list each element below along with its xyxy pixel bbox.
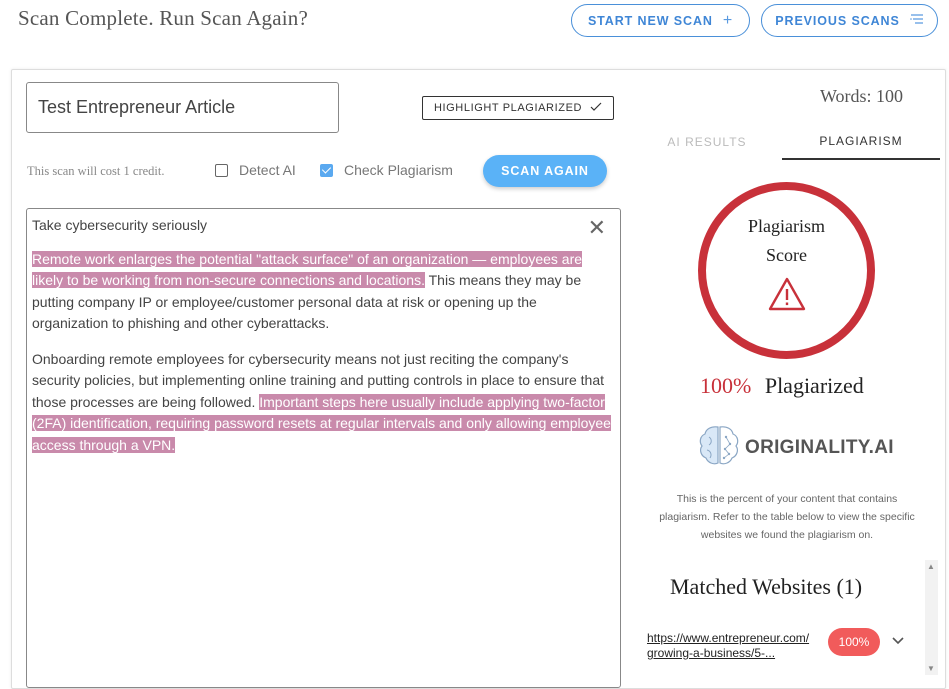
scan-cost-text: This scan will cost 1 credit. <box>27 164 165 178</box>
start-new-scan-button[interactable]: START NEW SCAN + <box>571 4 750 37</box>
warning-icon <box>767 276 807 317</box>
scroll-up-icon[interactable]: ▲ <box>927 562 935 571</box>
content-editor[interactable]: Take cybersecurity seriously ✕ Remote wo… <box>26 208 621 688</box>
check-plagiarism-label: Check Plagiarism <box>344 162 453 178</box>
article-heading: Take cybersecurity seriously <box>32 217 208 233</box>
paragraph-1: Remote work enlarges the potential "atta… <box>32 249 615 335</box>
matched-url-line1: https://www.entrepreneur.com/ <box>647 631 810 645</box>
paragraph-2: Onboarding remote employees for cybersec… <box>32 349 615 457</box>
plagiarized-summary: 100% Plagiarized <box>700 373 864 399</box>
plagiarism-score-ring: Plagiarism Score <box>698 182 875 359</box>
highlight-plagiarized-label: HIGHLIGHT PLAGIARIZED <box>433 102 583 114</box>
previous-scans-label: PREVIOUS SCANS <box>775 13 900 28</box>
matched-url-line2: growing-a-business/5-... <box>647 646 776 660</box>
scan-again-button[interactable]: SCAN AGAIN <box>483 155 607 187</box>
score-title-line1: Plagiarism <box>748 216 825 236</box>
plagiarism-percent: 100% <box>700 373 752 398</box>
detect-ai-box[interactable] <box>215 163 228 177</box>
results-scrollbar[interactable]: ▲ ▼ <box>925 560 938 675</box>
score-title-line2: Score <box>766 245 807 265</box>
page-title: Scan Complete. Run Scan Again? <box>18 6 309 30</box>
matched-websites-title: Matched Websites (1) <box>670 574 863 599</box>
tab-ai-results[interactable]: AI RESULTS <box>632 124 782 160</box>
score-description: This is the percent of your content that… <box>659 493 915 541</box>
detect-ai-label: Detect AI <box>239 162 296 178</box>
start-new-scan-label: START NEW SCAN <box>587 13 713 28</box>
logo-text: ORIGINALITY.AI <box>745 436 894 458</box>
originality-logo: ORIGINALITY.AI <box>697 423 894 472</box>
word-count: Words: 100 <box>820 86 904 106</box>
plagiarized-label: Plagiarized <box>764 373 864 398</box>
check-plagiarism-box[interactable] <box>320 163 333 177</box>
list-filter-icon <box>909 12 924 30</box>
close-icon[interactable]: ✕ <box>588 217 606 239</box>
plus-icon: + <box>722 11 734 29</box>
scan-title-input[interactable]: Test Entrepreneur Article <box>26 82 339 133</box>
tab-plagiarism[interactable]: PLAGIARISM <box>782 124 940 160</box>
scroll-down-icon[interactable]: ▼ <box>927 664 935 673</box>
chevron-down-icon[interactable] <box>891 632 905 650</box>
check-plagiarism-checkbox[interactable]: Check Plagiarism <box>320 162 453 178</box>
detect-ai-checkbox[interactable]: Detect AI <box>215 162 296 178</box>
match-score-badge: 100% <box>828 628 880 656</box>
highlight-plagiarized-button[interactable]: HIGHLIGHT PLAGIARIZED <box>422 96 614 120</box>
previous-scans-button[interactable]: PREVIOUS SCANS <box>761 4 938 37</box>
brain-icon <box>697 423 741 472</box>
matched-website-link[interactable]: https://www.entrepreneur.com/ growing-a-… <box>647 631 817 661</box>
check-icon <box>590 102 602 115</box>
